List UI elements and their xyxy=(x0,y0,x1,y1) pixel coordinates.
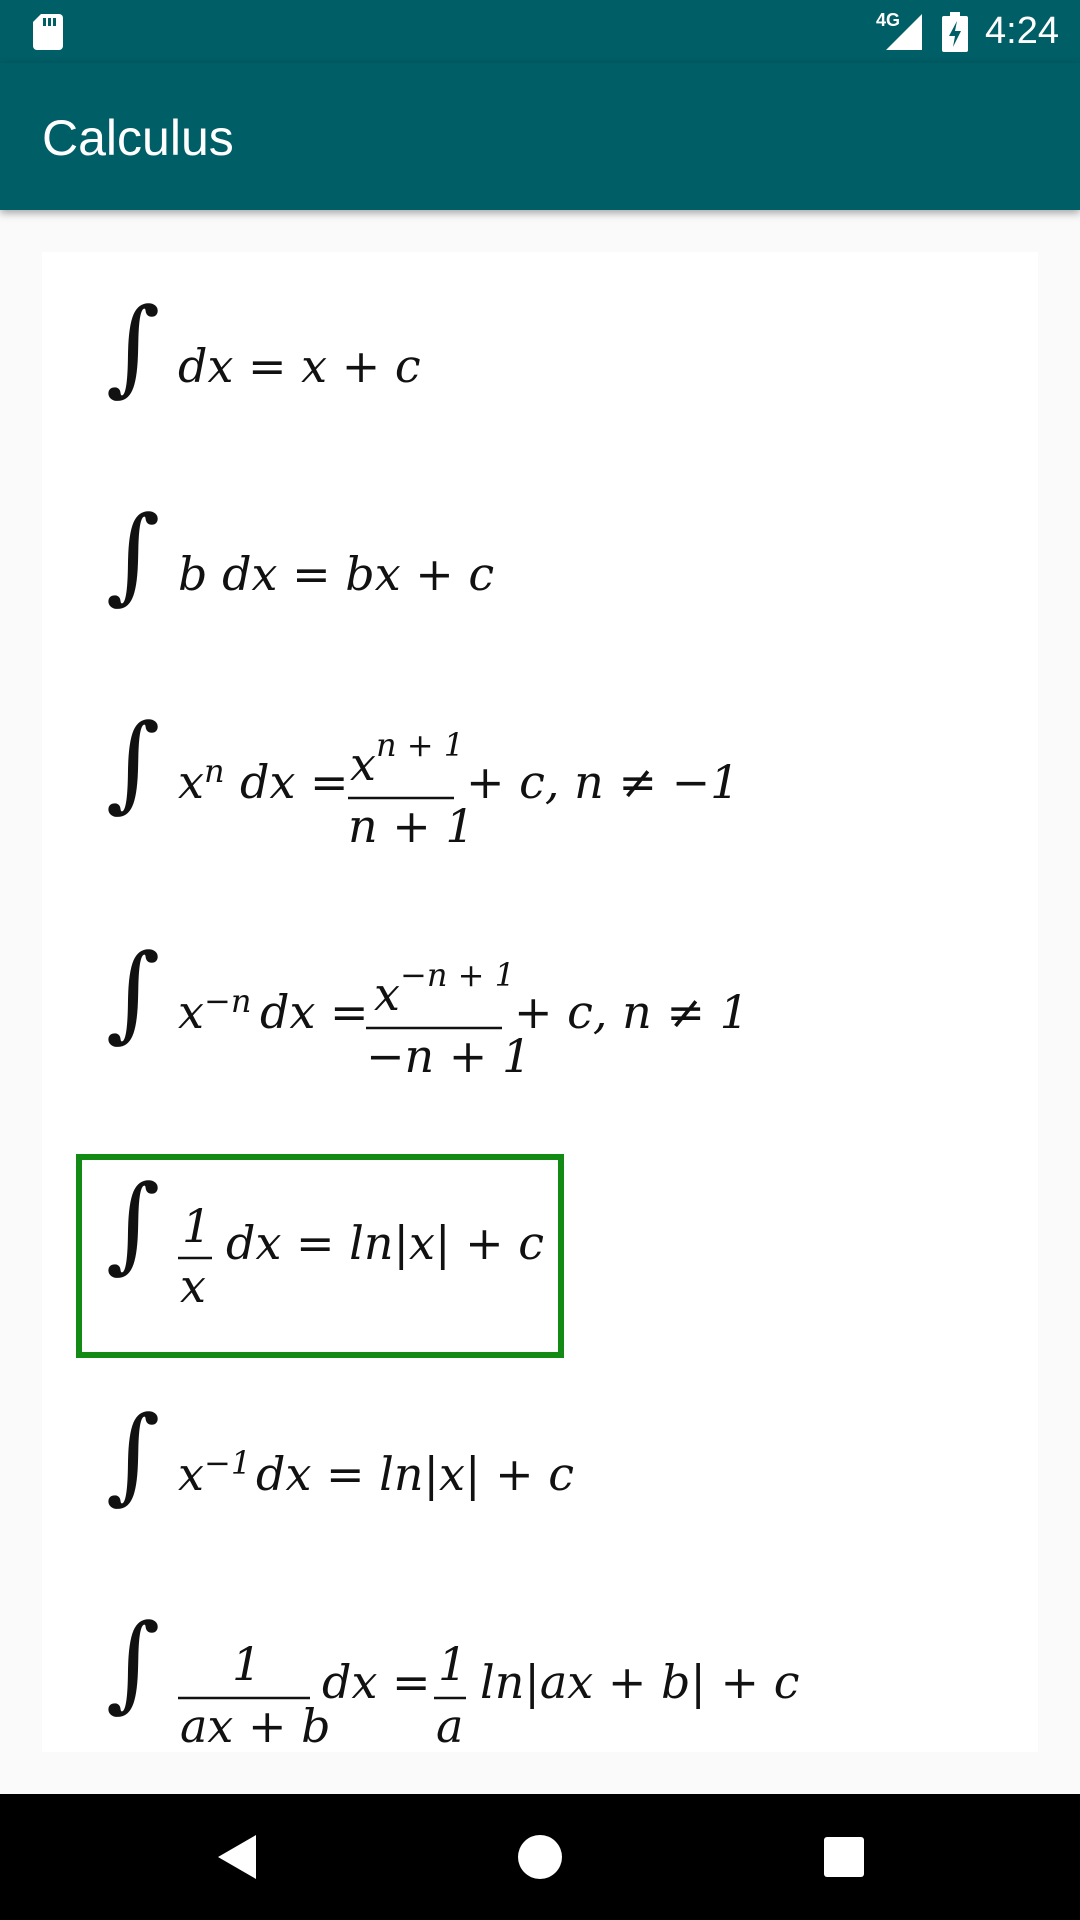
formula-row[interactable]: ∫ b dx = bx + c xyxy=(106,493,494,615)
fraction-numerator: 1 xyxy=(438,1637,467,1691)
formula-text: ln|ax + b| + c xyxy=(480,1655,799,1709)
fraction-denominator: −n + 1 xyxy=(366,1029,531,1083)
fraction-denominator: n + 1 xyxy=(348,799,475,853)
formula-row-highlighted[interactable]: ∫ 1 x dx = ln|x| + c xyxy=(76,1154,564,1358)
fraction-numerator-base: x xyxy=(374,967,400,1021)
formula-row[interactable]: ∫ dx = x + c xyxy=(106,285,421,407)
formula-row[interactable]: ∫ x n dx = x n + 1 n + 1 + c, n ≠ −1 xyxy=(106,701,739,853)
fraction-numerator: 1 xyxy=(182,1199,211,1253)
fraction-numerator-base: x xyxy=(350,737,376,791)
power-exponent: −n xyxy=(204,982,251,1020)
power-exponent: −1 xyxy=(204,1444,251,1482)
status-bar: 4G 4:24 xyxy=(0,0,1080,63)
navigation-bar xyxy=(0,1794,1080,1920)
fraction-numerator-exponent: n + 1 xyxy=(376,726,464,764)
signal-icon xyxy=(886,14,922,50)
formula-row[interactable]: ∫ x −1 dx = ln|x| + c xyxy=(106,1393,574,1515)
formula-text: b dx = bx + c xyxy=(178,547,494,601)
fraction-denominator: a xyxy=(436,1699,463,1752)
integral-sign: ∫ xyxy=(106,1601,160,1723)
fraction-numerator-exponent: −n + 1 xyxy=(400,956,515,994)
formula-text: + c, n ≠ −1 xyxy=(466,755,739,809)
app-bar: Calculus xyxy=(0,63,1080,210)
integral-sign: ∫ xyxy=(106,931,160,1053)
formula-card: ∫ dx = x + c ∫ b dx = bx + c ∫ x n dx = … xyxy=(42,252,1038,1752)
formula-text: + c, n ≠ 1 xyxy=(514,985,749,1039)
clock: 4:24 xyxy=(985,10,1059,52)
integral-sign: ∫ xyxy=(106,1162,160,1284)
back-icon[interactable] xyxy=(206,1827,266,1887)
home-icon[interactable] xyxy=(510,1827,570,1887)
app-title: Calculus xyxy=(42,110,234,166)
formula-text: dx = ln|x| + c xyxy=(226,1216,544,1270)
formula-text: dx = xyxy=(260,985,369,1039)
integral-sign: ∫ xyxy=(106,701,160,823)
formula-list-container[interactable]: ∫ dx = x + c ∫ b dx = bx + c ∫ x n dx = … xyxy=(0,210,1080,1794)
formula-text: dx = ln|x| + c xyxy=(256,1447,574,1501)
battery-charging-icon xyxy=(942,12,968,52)
formula-row[interactable]: ∫ x −n dx = x −n + 1 −n + 1 + c, n ≠ 1 xyxy=(106,931,749,1083)
formula-text: dx = xyxy=(322,1655,431,1709)
integral-sign: ∫ xyxy=(106,493,160,615)
formula-row[interactable]: ∫ 1 ax + b dx = 1 a ln|ax + b| + c xyxy=(106,1601,799,1752)
fraction-denominator: x xyxy=(180,1259,206,1313)
sd-card-icon xyxy=(33,14,63,50)
formula-text: dx = x + c xyxy=(178,339,421,393)
recents-icon[interactable] xyxy=(814,1827,874,1887)
power-exponent: n xyxy=(204,752,225,790)
power-base: x xyxy=(178,985,204,1039)
formula-text: dx = xyxy=(240,755,349,809)
power-base: x xyxy=(178,1447,204,1501)
fraction-numerator: 1 xyxy=(232,1637,261,1691)
fraction-denominator: ax + b xyxy=(180,1699,331,1752)
power-base: x xyxy=(178,755,204,809)
integral-sign: ∫ xyxy=(106,1393,160,1515)
integral-sign: ∫ xyxy=(106,285,160,407)
